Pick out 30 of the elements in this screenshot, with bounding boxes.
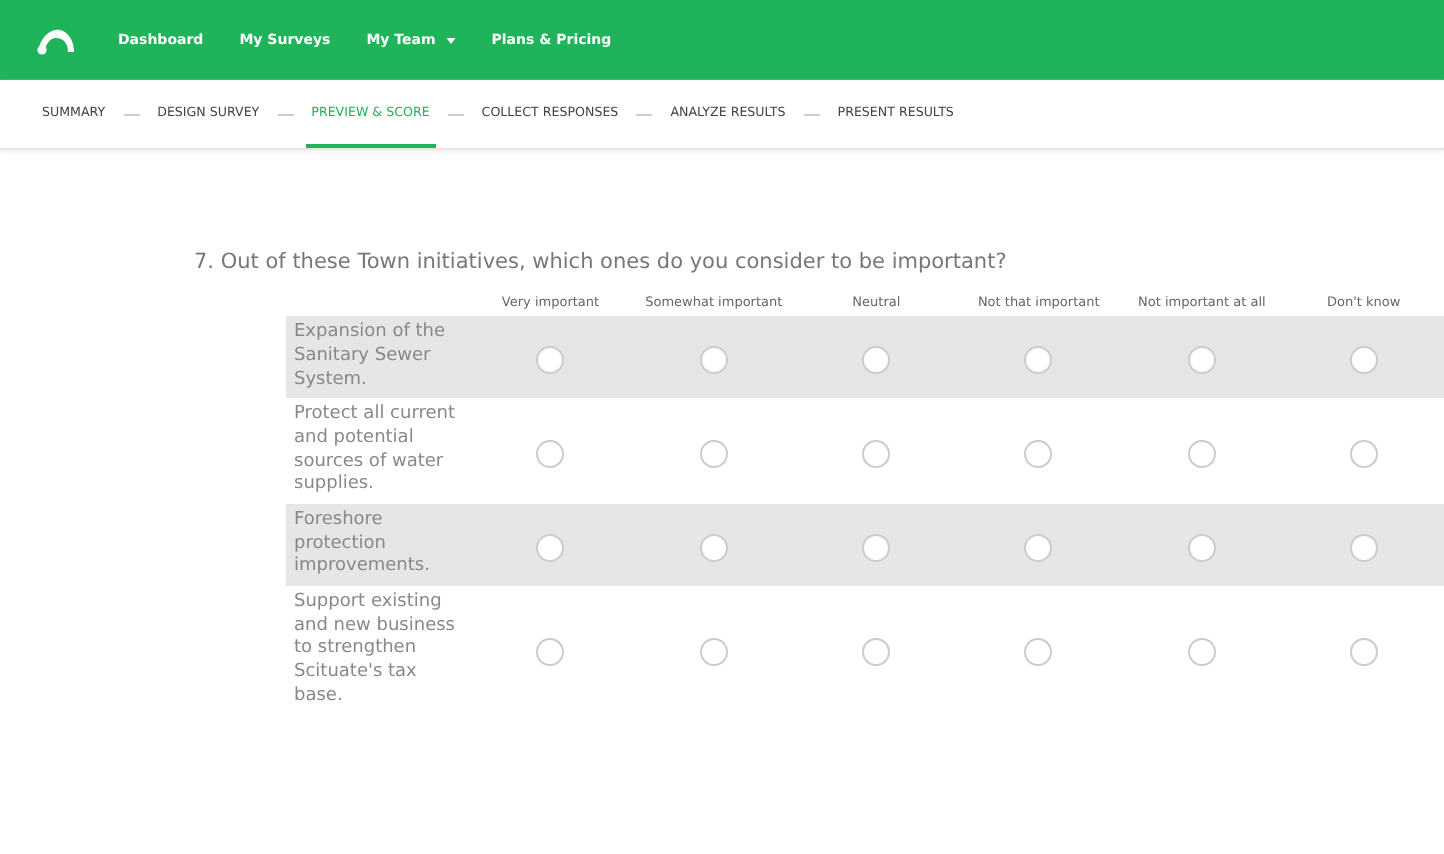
radio-button[interactable]	[862, 533, 891, 562]
question-title: 7. Out of these Town initiatives, which ones do you consider to be important?	[194, 250, 1009, 274]
radio-button[interactable]	[699, 638, 728, 667]
radio-button[interactable]	[1024, 533, 1053, 562]
radio-button[interactable]	[862, 345, 891, 374]
radio-button[interactable]	[699, 533, 728, 562]
radio-button[interactable]	[1024, 439, 1053, 468]
radio-button[interactable]	[536, 638, 565, 667]
radio-button[interactable]	[699, 345, 728, 374]
row-label: Support existing and new business to strengthen Scituate's tax base.	[294, 592, 455, 706]
radio-button[interactable]	[536, 533, 565, 562]
radio-button[interactable]	[1349, 533, 1378, 562]
radio-button[interactable]	[1187, 533, 1216, 562]
radio-button[interactable]	[1024, 638, 1053, 667]
row-label: Expansion of the Sanitary Sewer System.	[294, 322, 446, 389]
radio-button[interactable]	[1024, 345, 1053, 374]
radio-button[interactable]	[1187, 638, 1216, 667]
radio-button[interactable]	[536, 345, 565, 374]
logo-icon[interactable]	[34, 24, 78, 56]
radio-button[interactable]	[862, 638, 891, 667]
row-label: Protect all current and potential sources of water supplies.	[294, 404, 456, 495]
row-label: Foreshore protection improvements.	[294, 509, 430, 577]
radio-button[interactable]	[1349, 638, 1378, 667]
radio-button[interactable]	[862, 439, 891, 468]
radio-button[interactable]	[1349, 345, 1378, 374]
radio-button[interactable]	[699, 439, 728, 468]
radio-button[interactable]	[1349, 439, 1378, 468]
radio-button[interactable]	[1187, 345, 1216, 374]
radio-button[interactable]	[1187, 439, 1216, 468]
radio-button[interactable]	[536, 439, 565, 468]
